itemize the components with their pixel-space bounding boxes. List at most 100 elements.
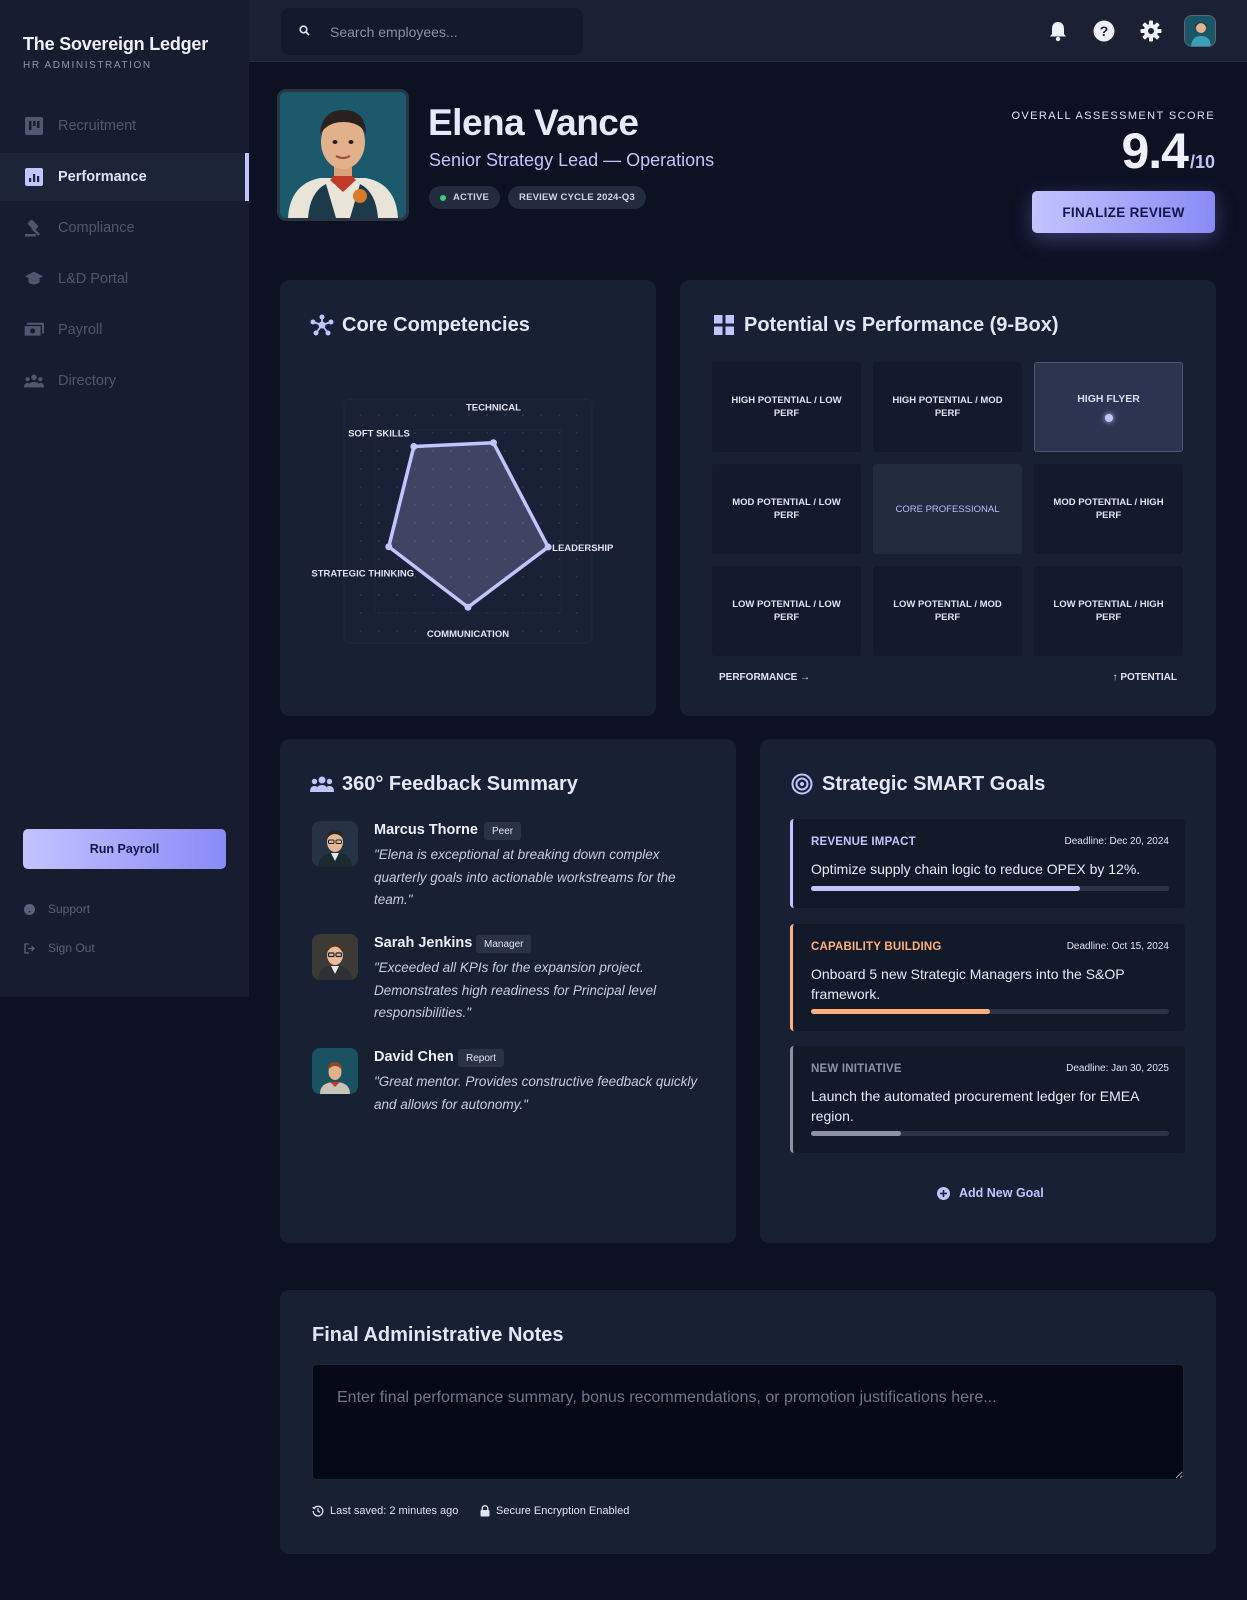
goal-item[interactable]: NEW INITIATIVE Deadline: Jan 30, 2025 La…	[790, 1046, 1185, 1153]
add-goal-button[interactable]: Add New Goal	[937, 1186, 1044, 1200]
user-avatar[interactable]	[1184, 15, 1216, 47]
top-bar: ?	[249, 0, 1247, 62]
goal-item[interactable]: CAPABILITY BUILDING Deadline: Oct 15, 20…	[790, 924, 1185, 1031]
nine-box-cell[interactable]: HIGH POTENTIAL / LOW PERF	[712, 362, 861, 452]
plus-circle-icon	[937, 1186, 950, 1200]
search-input[interactable]	[330, 23, 560, 40]
feedback-quote: "Great mentor. Provides constructive fee…	[374, 1074, 698, 1112]
avatar	[312, 821, 358, 867]
support-label: Support	[48, 902, 91, 916]
goal-category: REVENUE IMPACT	[811, 836, 916, 848]
nine-box-cell[interactable]: MOD POTENTIAL / LOW PERF	[712, 464, 861, 554]
add-goal-label: Add New Goal	[959, 1186, 1044, 1200]
search-icon	[299, 23, 310, 41]
goal-text: Onboard 5 new Strategic Managers into th…	[811, 966, 1125, 1002]
lock-icon	[480, 1505, 490, 1517]
settings-icon[interactable]	[1139, 19, 1163, 43]
goal-progress-bar	[811, 1131, 1169, 1136]
search-box[interactable]	[281, 8, 583, 55]
help-icon[interactable]: ?	[1092, 19, 1116, 43]
goal-text: Optimize supply chain logic to reduce OP…	[811, 861, 1141, 877]
goals-title: Strategic SMART Goals	[822, 772, 1046, 795]
help-circle-icon	[24, 903, 36, 915]
people-icon	[24, 371, 44, 391]
board-icon	[24, 116, 44, 136]
score-value: 9.4	[1121, 123, 1189, 179]
overall-score: 9.4 /10	[1121, 122, 1215, 180]
sign-out-link[interactable]: Sign Out	[24, 941, 95, 955]
group-icon	[310, 772, 334, 796]
sidebar-item-label: Payroll	[58, 322, 103, 338]
radar-axis-label: COMMUNICATION	[427, 629, 509, 640]
sidebar-item-directory[interactable]: Directory	[0, 357, 249, 405]
employee-name: Elena Vance	[428, 102, 639, 143]
reviewer-role-badge: Report	[458, 1049, 505, 1067]
radar-axis-label: LEADERSHIP	[552, 543, 614, 554]
nine-box-cell[interactable]: LOW POTENTIAL / LOW PERF	[712, 566, 861, 656]
finalize-review-button[interactable]: FINALIZE REVIEW	[1032, 191, 1215, 233]
radar-axis-label: SOFT SKILLS	[348, 428, 410, 439]
feedback-title: 360° Feedback Summary	[342, 772, 578, 795]
reviewer-role-badge: Manager	[476, 935, 532, 953]
nine-box-title: Potential vs Performance (9-Box)	[744, 313, 1059, 336]
x-axis-label: PERFORMANCE →	[719, 672, 811, 683]
sidebar-item-label: Directory	[58, 373, 117, 389]
sidebar-item-ld-portal[interactable]: L&D Portal	[0, 255, 249, 303]
card-title: 360° Feedback Summary	[310, 772, 578, 796]
score-label: OVERALL ASSESSMENT SCORE	[1011, 110, 1215, 122]
brand-title: The Sovereign Ledger	[23, 34, 209, 54]
avatar	[312, 1048, 358, 1094]
nine-box-cell-label: HIGH FLYER	[1077, 392, 1140, 405]
nine-box-cell-high-flyer[interactable]: HIGH FLYER	[1034, 362, 1183, 452]
goal-category: NEW INITIATIVE	[811, 1063, 902, 1075]
sidebar-item-recruitment[interactable]: Recruitment	[0, 102, 249, 150]
encryption-label: Secure Encryption Enabled	[496, 1505, 630, 1517]
nine-box-cell[interactable]: LOW POTENTIAL / MOD PERF	[873, 566, 1022, 656]
sidebar-nav: Recruitment Performance Compliance L&D P…	[0, 102, 249, 408]
goal-item[interactable]: REVENUE IMPACT Deadline: Dec 20, 2024 Op…	[790, 819, 1185, 908]
feedback-quote: "Exceeded all KPIs for the expansion pro…	[374, 960, 657, 1020]
target-icon	[790, 772, 814, 796]
sidebar-item-payroll[interactable]: Payroll	[0, 306, 249, 354]
sidebar-item-label: Performance	[58, 169, 147, 185]
sign-out-label: Sign Out	[48, 941, 95, 955]
graduation-cap-icon	[24, 269, 44, 289]
radar-point	[489, 439, 497, 447]
run-payroll-button[interactable]: Run Payroll	[23, 829, 226, 869]
chart-icon	[24, 167, 44, 187]
employee-photo	[277, 89, 409, 221]
avatar	[312, 934, 358, 980]
reviewer-name: Marcus Thorne	[374, 822, 478, 838]
last-saved-status: Last saved: 2 minutes ago	[312, 1505, 458, 1517]
goal-category: CAPABILITY BUILDING	[811, 941, 942, 953]
radar-point	[385, 543, 393, 551]
goal-deadline: Deadline: Oct 15, 2024	[1066, 941, 1169, 952]
money-icon	[24, 320, 44, 340]
goal-progress-fill	[811, 1009, 990, 1014]
last-saved-label: Last saved: 2 minutes ago	[330, 1505, 459, 1517]
nine-box-cell[interactable]: MOD POTENTIAL / HIGH PERF	[1034, 464, 1183, 554]
history-icon	[312, 1505, 324, 1517]
sidebar-item-performance[interactable]: Performance	[0, 153, 249, 201]
status-badge: ACTIVE	[429, 186, 501, 209]
card-title: Strategic SMART Goals	[790, 772, 1045, 796]
goal-text: Launch the automated procurement ledger …	[811, 1088, 1139, 1124]
sidebar-item-label: Recruitment	[58, 118, 137, 134]
brand-subtitle: HR ADMINISTRATION	[23, 60, 152, 71]
svg-text:?: ?	[1100, 23, 1109, 39]
goal-progress-bar	[811, 1009, 1169, 1014]
sidebar: The Sovereign Ledger HR ADMINISTRATION R…	[0, 0, 249, 997]
notes-textarea[interactable]	[312, 1364, 1184, 1480]
nine-box-cell[interactable]: CORE PROFESSIONAL	[873, 464, 1022, 554]
bell-icon[interactable]	[1046, 19, 1070, 43]
goal-deadline: Deadline: Dec 20, 2024	[1064, 836, 1169, 847]
logout-icon	[24, 942, 36, 954]
radar-point	[410, 442, 418, 450]
support-link[interactable]: Support	[24, 902, 90, 916]
sidebar-item-compliance[interactable]: Compliance	[0, 204, 249, 252]
reviewer-name: Sarah Jenkins	[374, 935, 473, 951]
nine-box-cell[interactable]: LOW POTENTIAL / HIGH PERF	[1034, 566, 1183, 656]
nine-box-cell[interactable]: HIGH POTENTIAL / MOD PERF	[873, 362, 1022, 452]
goal-progress-fill	[811, 886, 1080, 891]
reviewer-role-badge: Peer	[484, 822, 522, 840]
